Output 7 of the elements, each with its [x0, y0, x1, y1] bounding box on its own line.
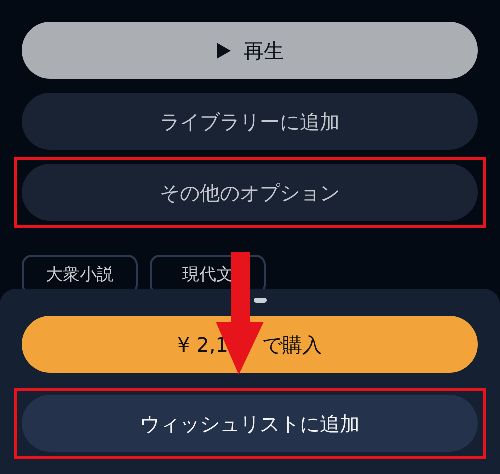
- drag-handle[interactable]: [254, 298, 267, 303]
- play-button[interactable]: 再生: [22, 22, 478, 79]
- play-icon: [216, 42, 232, 60]
- action-button[interactable]: その他のオプション: [22, 164, 478, 221]
- buy-button[interactable]: ¥ 2,1 で購入: [22, 316, 478, 373]
- action-button[interactable]: ライブラリーに追加: [22, 93, 478, 150]
- action-button[interactable]: ウィッシュリストに追加: [22, 395, 478, 452]
